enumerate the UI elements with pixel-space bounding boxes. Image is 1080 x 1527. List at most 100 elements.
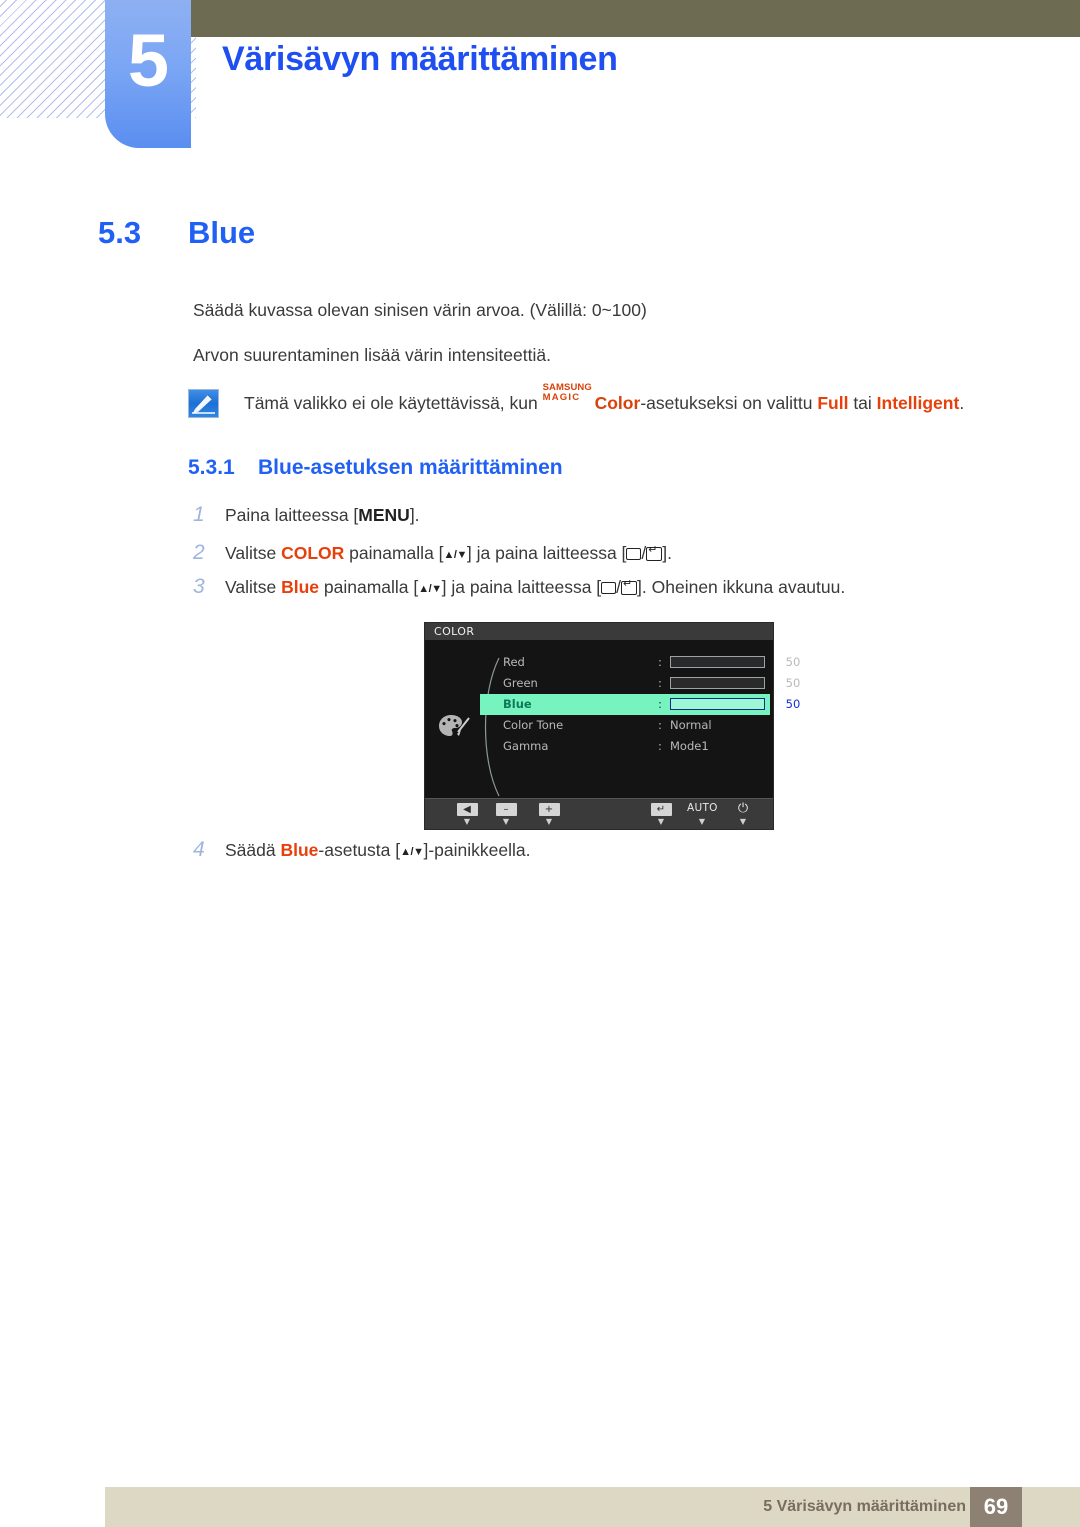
osd-label: Gamma <box>503 739 549 753</box>
up-down-arrows-icon: ▲/▼ <box>443 549 468 561</box>
step-text-run: ]-painikkeella. <box>423 840 531 860</box>
note-text: Tämä valikko ei ole käytettävissä, kun S… <box>244 383 964 414</box>
header-olive-bar <box>190 0 1080 37</box>
intro-paragraph-2: Arvon suurentaminen lisää värin intensit… <box>193 345 551 365</box>
step-item: 2 Valitse COLOR painamalla [▲/▼] ja paina… <box>193 541 672 569</box>
samsung-magic-logo: SAMSUNG MAGIC <box>542 383 595 409</box>
step-text: Valitse Blue painamalla [▲/▼] ja paina l… <box>225 577 845 597</box>
left-arrow-icon: ◀ <box>456 803 478 816</box>
palette-icon <box>438 712 472 740</box>
step-item: 1 Paina laitteessa [MENU]. <box>193 503 420 531</box>
osd-label: Blue <box>503 697 532 711</box>
step-text-run: Säädä <box>225 840 281 860</box>
subsection-number: 5.3.1 <box>188 456 235 479</box>
step-number: 3 <box>193 575 205 598</box>
magic-bottom-text: MAGIC <box>542 392 581 403</box>
note-color-word: Color <box>594 393 641 413</box>
up-down-arrows-icon: ▲/▼ <box>400 846 424 858</box>
step-text-run: ] ja paina laitteessa [ <box>441 577 602 597</box>
osd-value: Mode1 <box>670 739 709 753</box>
osd-value: 50 <box>785 655 801 669</box>
osd-slider[interactable] <box>670 656 765 668</box>
enter-button[interactable]: ↵ ▼ <box>646 802 676 826</box>
tick-marker: ▼ <box>502 817 510 826</box>
chapter-title: Värisävyn määrittäminen <box>222 40 618 78</box>
osd-row-green[interactable]: Green : 50 <box>480 673 800 694</box>
source-button-icon <box>601 582 617 594</box>
power-icon: ⏻ <box>737 801 749 816</box>
step-text-run: Paina laitteessa [ <box>225 505 359 525</box>
left-arrow-button[interactable]: ◀ ▼ <box>452 802 482 826</box>
osd-row-gamma[interactable]: Gamma : Mode1 <box>480 736 770 757</box>
osd-row-blue[interactable]: Blue : 50 <box>480 694 800 715</box>
intro-paragraph-1: Säädä kuvassa olevan sinisen värin arvoa… <box>193 300 647 320</box>
step-text-run: ]. Oheinen ikkuna avautuu. <box>637 577 846 597</box>
page-number-box: 69 <box>970 1487 1022 1527</box>
section-number: 5.3 <box>98 215 142 250</box>
source-button-icon <box>626 548 642 560</box>
osd-title: COLOR <box>434 625 475 638</box>
page-header: 5 Värisävyn määrittäminen <box>0 0 1080 160</box>
menu-key-label: MENU <box>358 505 410 525</box>
step-text-run: Valitse <box>225 577 282 597</box>
step-number: 1 <box>193 503 205 526</box>
osd-colon: : <box>658 676 662 690</box>
step-text-run: Valitse <box>225 543 282 563</box>
step-item: 4 Säädä Blue-asetusta [▲/▼]-painikkeella. <box>193 838 530 866</box>
step-text-run: painamalla [ <box>319 577 419 597</box>
tick-marker: ▼ <box>657 817 665 826</box>
step-text-run: ]. <box>409 505 420 525</box>
subsection-heading: 5.3.1 Blue-asetuksen määrittäminen <box>188 456 563 480</box>
note-text-before: Tämä valikko ei ole käytettävissä, kun <box>244 393 543 413</box>
tick-marker: ▼ <box>698 817 706 826</box>
osd-title-bar <box>425 623 773 640</box>
step-text-run: ] ja paina laitteessa [ <box>466 543 627 563</box>
osd-menu-screenshot: COLOR Red : 50 Green : 50 Blue: 50 Colo… <box>424 622 800 830</box>
plus-icon: + <box>538 803 560 816</box>
osd-slider[interactable] <box>670 698 765 710</box>
auto-label: AUTO <box>687 802 718 814</box>
step-text-run: painamalla [ <box>344 543 444 563</box>
plus-button[interactable]: + ▼ <box>534 802 564 826</box>
osd-label: Red <box>503 655 525 669</box>
osd-colon: : <box>658 718 662 732</box>
magic-top-text: SAMSUNG <box>542 382 592 393</box>
osd-value: 50 <box>785 676 801 690</box>
osd-row-red[interactable]: Red : 50 <box>480 652 800 673</box>
auto-button[interactable]: AUTO ▼ <box>687 802 717 826</box>
osd-row-color-tone[interactable]: Color Tone : Normal <box>480 715 770 736</box>
osd-colon: : <box>658 739 662 753</box>
osd-colon: : <box>658 697 662 711</box>
highlighted-term: Blue <box>280 840 319 860</box>
step-text-run: ]. <box>662 543 673 563</box>
page-footer-bar: 5 Värisävyn määrittäminen <box>105 1487 1080 1527</box>
step-text-run: -asetusta [ <box>318 840 401 860</box>
tick-marker: ▼ <box>739 817 747 826</box>
tick-marker: ▼ <box>463 817 471 826</box>
tick-marker: ▼ <box>545 817 553 826</box>
chapter-number: 5 <box>127 19 169 102</box>
section-title: Blue <box>188 215 256 250</box>
highlighted-term: Blue <box>281 577 320 597</box>
step-text: Paina laitteessa [MENU]. <box>225 505 420 525</box>
note-option-intelligent: Intelligent <box>876 393 960 413</box>
minus-button[interactable]: – ▼ <box>491 802 521 826</box>
note-text-middle: -asetukseksi on valittu <box>640 393 818 413</box>
enter-icon: ↵ <box>650 803 672 816</box>
subsection-title: Blue-asetuksen määrittäminen <box>258 456 563 479</box>
section-heading: 5.3 Blue <box>98 215 255 251</box>
step-text: Valitse COLOR painamalla [▲/▼] ja paina … <box>225 543 672 563</box>
up-down-arrows-icon: ▲/▼ <box>418 583 442 595</box>
osd-value: 50 <box>785 697 801 711</box>
osd-slider[interactable] <box>670 677 765 689</box>
step-number: 4 <box>193 838 205 861</box>
note-callout: Tämä valikko ei ole käytettävissä, kun S… <box>188 383 988 422</box>
power-button[interactable]: ⏻ ▼ <box>728 802 758 826</box>
osd-label: Color Tone <box>503 718 564 732</box>
note-option-full: Full <box>817 393 849 413</box>
note-pen-icon <box>188 389 219 418</box>
osd-body: Red : 50 Green : 50 Blue : 50 Color Tone… <box>425 640 800 798</box>
enter-button-icon <box>621 578 638 595</box>
enter-button-icon <box>646 544 663 561</box>
highlighted-term: COLOR <box>281 543 345 563</box>
